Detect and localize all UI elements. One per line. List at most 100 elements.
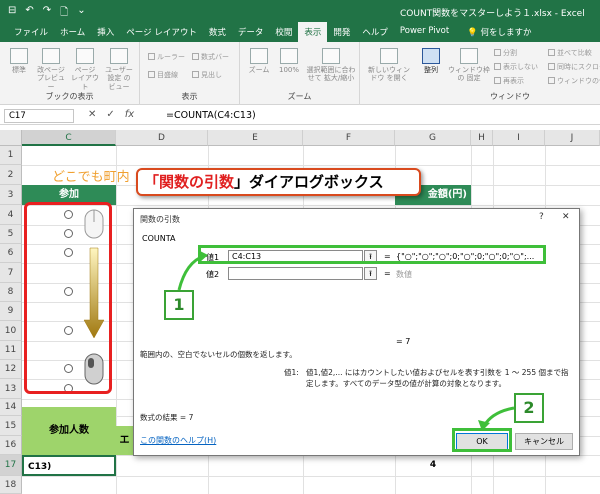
- arrange-all-button[interactable]: 整列: [416, 48, 446, 74]
- selection-highlight-red: [24, 202, 112, 394]
- cell-e16-partial[interactable]: エ: [116, 426, 133, 455]
- close-icon[interactable]: ✕: [562, 212, 570, 222]
- row-header-16[interactable]: 16: [0, 436, 22, 455]
- ruler-checkbox[interactable]: ルーラー: [148, 52, 185, 62]
- gridlines-checkbox[interactable]: 目盛線: [148, 70, 178, 80]
- row-header-17[interactable]: 17: [0, 455, 22, 476]
- hide-icon: [494, 63, 501, 70]
- customize-qat-icon[interactable]: ⌄: [77, 5, 85, 22]
- group-window: 新しいウィンドウ を開く 整列 ウィンドウ枠の 固定 分割 表示しない 再表示 …: [360, 42, 600, 105]
- row-header-3[interactable]: 3: [0, 185, 22, 205]
- new-file-icon[interactable]: 🗋: [60, 5, 68, 22]
- sync-scroll-button[interactable]: 同時にスクロール: [548, 62, 600, 72]
- tab-power-pivot[interactable]: Power Pivot: [394, 22, 455, 42]
- reset-position-button[interactable]: ウィンドウの位置を: [548, 76, 600, 86]
- tab-view[interactable]: 表示: [298, 22, 328, 42]
- function-help-link[interactable]: この関数のヘルプ(H): [140, 435, 216, 446]
- arg2-input[interactable]: [228, 267, 363, 280]
- enter-icon[interactable]: ✓: [106, 109, 114, 120]
- cancel-button[interactable]: キャンセル: [515, 433, 573, 450]
- row-header-13[interactable]: 13: [0, 379, 22, 399]
- group-label-zoom: ズーム: [287, 92, 312, 101]
- new-window-label: 新しいウィンドウ を開く: [368, 66, 410, 83]
- name-box[interactable]: C17: [4, 109, 74, 123]
- column-header-j[interactable]: J: [545, 130, 600, 146]
- cell-c17-editing[interactable]: C13): [22, 455, 116, 476]
- undo-icon[interactable]: ↶: [25, 5, 33, 22]
- row-header-7[interactable]: 7: [0, 263, 22, 283]
- normal-view-button[interactable]: 標準: [4, 48, 34, 74]
- hide-button[interactable]: 表示しない: [494, 62, 538, 72]
- formula-bar: C17 ✕ ✓ fx =COUNTA(C4:C13): [0, 107, 600, 125]
- column-header-e[interactable]: E: [208, 130, 303, 146]
- row-header-14[interactable]: 14: [0, 399, 22, 416]
- custom-views-button[interactable]: ユーザー設定 のビュー: [104, 48, 134, 91]
- side-by-side-button[interactable]: 並べて比較: [548, 48, 592, 58]
- column-header-d[interactable]: D: [116, 130, 208, 146]
- callout-badge-1: 1: [164, 290, 194, 320]
- row-header-11[interactable]: 11: [0, 341, 22, 360]
- formula-bar-checkbox[interactable]: 数式バー: [192, 52, 229, 62]
- tab-help[interactable]: ヘルプ: [356, 22, 394, 42]
- tab-page-layout[interactable]: ページ レイアウト: [120, 22, 203, 42]
- tab-file[interactable]: ファイル: [8, 22, 54, 42]
- tab-home[interactable]: ホーム: [54, 22, 91, 42]
- column-header-i[interactable]: I: [493, 130, 545, 146]
- zoom-100-button[interactable]: 100%: [274, 48, 304, 74]
- tab-insert[interactable]: 挿入: [91, 22, 120, 42]
- formula-input[interactable]: =COUNTA(C4:C13): [166, 110, 256, 121]
- page-break-label: 改ページ プレビュー: [37, 66, 65, 91]
- row-header-6[interactable]: 6: [0, 244, 22, 263]
- cell-g17[interactable]: 4: [395, 455, 471, 476]
- freeze-panes-icon: [460, 48, 478, 64]
- tab-developer[interactable]: 開発: [327, 22, 356, 42]
- select-all-corner[interactable]: [0, 130, 22, 146]
- cell-sanka-ninzu[interactable]: 参加人数: [22, 407, 116, 455]
- callout-badge-2: 2: [514, 393, 544, 423]
- row-header-12[interactable]: 12: [0, 360, 22, 379]
- collapse-dialog-icon[interactable]: ⭱: [364, 267, 377, 280]
- zoom-selection-icon: [322, 48, 340, 64]
- unhide-button[interactable]: 再表示: [494, 76, 524, 86]
- save-icon[interactable]: ⊟: [8, 5, 16, 22]
- page-layout-view-button[interactable]: ページ レイアウト: [70, 48, 100, 91]
- column-header-f[interactable]: F: [303, 130, 395, 146]
- column-header-c[interactable]: C: [22, 130, 116, 146]
- side-by-side-label: 並べて比較: [557, 49, 592, 57]
- tell-me-box[interactable]: 💡 何をしますか: [461, 22, 537, 42]
- headings-checkbox[interactable]: 見出し: [192, 70, 222, 80]
- column-header-h[interactable]: H: [471, 130, 493, 146]
- formula-result-label: 数式の結果 =: [140, 413, 187, 422]
- freeze-panes-button[interactable]: ウィンドウ枠の 固定: [448, 48, 490, 83]
- redo-icon[interactable]: ↷: [43, 5, 51, 22]
- row-header-9[interactable]: 9: [0, 302, 22, 321]
- ribbon-tabs: ファイル ホーム 挿入 ページ レイアウト 数式 データ 校閲 表示 開発 ヘル…: [0, 22, 600, 42]
- help-icon[interactable]: ?: [539, 212, 544, 222]
- new-window-button[interactable]: 新しいウィンドウ を開く: [366, 48, 412, 83]
- split-button[interactable]: 分割: [494, 48, 517, 58]
- tab-review[interactable]: 校閲: [269, 22, 298, 42]
- row-header-15[interactable]: 15: [0, 416, 22, 436]
- column-header-g[interactable]: G: [395, 130, 471, 146]
- zoom-button[interactable]: ズーム: [244, 48, 274, 74]
- row-header-2[interactable]: 2: [0, 165, 22, 185]
- side-by-side-icon: [548, 49, 555, 56]
- unhide-icon: [494, 77, 501, 84]
- row-header-8[interactable]: 8: [0, 283, 22, 302]
- insert-function-icon[interactable]: fx: [125, 109, 134, 120]
- cancel-icon[interactable]: ✕: [88, 109, 96, 120]
- hide-label: 表示しない: [503, 63, 538, 71]
- arg-detail-text: 値1,値2,... にはカウントしたい値およびセルを表す引数を 1 〜 255 …: [306, 368, 569, 389]
- row-header-5[interactable]: 5: [0, 225, 22, 244]
- row-header-1[interactable]: 1: [0, 146, 22, 165]
- row-header-18[interactable]: 18: [0, 476, 22, 494]
- ruler-label: ルーラー: [157, 53, 185, 61]
- dialog-title: 関数の引数: [140, 215, 180, 224]
- tab-formulas[interactable]: 数式: [203, 22, 232, 42]
- row-header-10[interactable]: 10: [0, 321, 22, 341]
- page-break-preview-button[interactable]: 改ページ プレビュー: [36, 48, 66, 91]
- row-header-4[interactable]: 4: [0, 205, 22, 225]
- zoom-to-selection-button[interactable]: 選択範囲に合わせて 拡大/縮小: [306, 48, 356, 83]
- split-label: 分割: [503, 49, 517, 57]
- tab-data[interactable]: データ: [232, 22, 270, 42]
